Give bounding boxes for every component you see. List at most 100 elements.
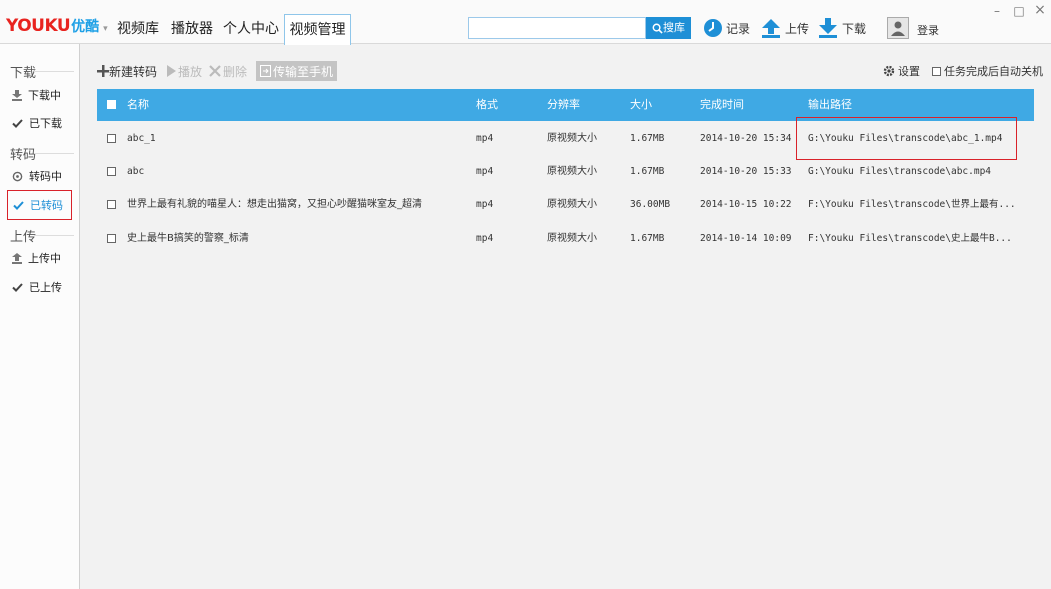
- check-icon: [13, 200, 24, 210]
- auto-shutdown-label: 任务完成后自动关机: [944, 65, 1043, 78]
- new-transcode-button[interactable]: 新建转码: [97, 62, 157, 80]
- sidebar-item-uploading[interactable]: 上传中: [10, 245, 74, 271]
- upload-button[interactable]: 上传: [760, 16, 809, 40]
- sidebar-item-uploaded[interactable]: 已上传: [10, 274, 74, 300]
- auto-shutdown-checkbox[interactable]: [932, 66, 941, 76]
- cell-finish-time: 2014-10-14 10:09: [700, 233, 792, 244]
- select-all-checkbox[interactable]: [107, 100, 116, 109]
- avatar[interactable]: [887, 17, 909, 39]
- sidebar-item-downloading[interactable]: 下载中: [10, 82, 74, 108]
- sidebar-item-label: 已上传: [29, 281, 62, 294]
- search-input[interactable]: [468, 17, 646, 39]
- cell-size: 1.67MB: [630, 133, 665, 144]
- table-row[interactable]: 史上最牛B搞笑的警察_标清 mp4 原视频大小 1.67MB 2014-10-1…: [97, 222, 1034, 255]
- delete-button[interactable]: 删除: [209, 62, 247, 80]
- cell-name: 史上最牛B搞笑的警察_标清: [127, 233, 249, 244]
- cell-name: 世界上最有礼貌的喵星人：想走出猫窝，又担心吵醒猫咪室友_超清: [127, 199, 422, 210]
- clock-icon: [704, 19, 722, 37]
- record-label: 记录: [726, 21, 751, 36]
- cell-output-path[interactable]: F:\Youku Files\transcode\史上最牛B...: [808, 222, 1032, 255]
- row-checkbox[interactable]: [107, 200, 116, 209]
- sidebar-item-transcoded[interactable]: 已转码: [7, 190, 72, 220]
- transfer-label: 传输至手机: [272, 64, 333, 79]
- maximize-button[interactable]: □: [1012, 4, 1026, 18]
- column-header-finish-time[interactable]: 完成时间: [700, 89, 744, 121]
- sidebar-section-transcode: 转码: [10, 148, 37, 163]
- check-icon: [12, 282, 23, 292]
- download-small-icon: [12, 89, 22, 101]
- sidebar-item-label: 已下载: [29, 117, 62, 130]
- upload-arrow-icon: [762, 19, 780, 38]
- cell-finish-time: 2014-10-20 15:34: [700, 133, 792, 144]
- transfer-to-phone-button[interactable]: 传输至手机: [256, 61, 337, 81]
- refresh-icon: [12, 171, 23, 181]
- login-link[interactable]: 登录: [917, 22, 939, 38]
- sidebar-section-upload: 上传: [10, 230, 37, 245]
- column-header-resolution[interactable]: 分辨率: [547, 89, 580, 121]
- column-header-size[interactable]: 大小: [630, 89, 652, 121]
- sidebar-item-downloaded[interactable]: 已下载: [10, 110, 74, 136]
- cell-finish-time: 2014-10-15 10:22: [700, 199, 792, 210]
- new-transcode-label: 新建转码: [109, 64, 158, 79]
- sidebar-item-transcoding[interactable]: 转码中: [10, 163, 74, 189]
- cell-resolution: 原视频大小: [547, 233, 597, 244]
- play-icon: [167, 65, 176, 77]
- logo-cn-text: 优酷: [71, 19, 100, 35]
- divider: [34, 71, 74, 72]
- cell-resolution: 原视频大小: [547, 166, 597, 177]
- upload-label: 上传: [785, 21, 810, 36]
- row-checkbox[interactable]: [107, 234, 116, 243]
- highlight-box: [796, 117, 1017, 160]
- minimize-button[interactable]: –: [990, 4, 1004, 18]
- table-row[interactable]: 世界上最有礼貌的喵星人：想走出猫窝，又担心吵醒猫咪室友_超清 mp4 原视频大小…: [97, 188, 1034, 221]
- row-checkbox[interactable]: [107, 167, 116, 176]
- title-bar: YOUKU 优酷 ▾ 视频库 播放器 个人中心 视频管理 搜库 记录 上传 下载…: [0, 0, 1051, 45]
- cell-format: mp4: [476, 166, 494, 177]
- download-label: 下载: [842, 21, 867, 36]
- cell-name: abc: [127, 166, 145, 177]
- sidebar-section-download: 下载: [10, 66, 37, 81]
- chevron-down-icon[interactable]: ▾: [103, 24, 108, 34]
- gear-icon: [883, 65, 895, 77]
- sidebar-item-label: 已转码: [30, 199, 63, 212]
- cell-format: mp4: [476, 133, 494, 144]
- cell-resolution: 原视频大小: [547, 199, 597, 210]
- sidebar-item-label: 下载中: [28, 89, 61, 102]
- cell-resolution: 原视频大小: [547, 133, 597, 144]
- cell-name: abc_1: [127, 133, 156, 144]
- close-icon: [209, 65, 221, 77]
- check-icon: [12, 118, 23, 128]
- upload-small-icon: [12, 252, 22, 264]
- cell-format: mp4: [476, 199, 494, 210]
- tab-video-management[interactable]: 视频管理: [284, 14, 351, 45]
- row-checkbox[interactable]: [107, 134, 116, 143]
- plus-icon: [97, 65, 109, 77]
- play-label: 播放: [178, 64, 203, 79]
- settings-label: 设置: [898, 65, 920, 78]
- column-header-name[interactable]: 名称: [127, 89, 149, 121]
- logo-text: YOUKU: [6, 16, 71, 36]
- search-button[interactable]: 搜库: [646, 17, 691, 39]
- close-button[interactable]: ×: [1033, 2, 1047, 18]
- divider: [34, 235, 74, 236]
- tab-personal-center[interactable]: 个人中心: [221, 14, 281, 44]
- column-header-format[interactable]: 格式: [476, 89, 498, 121]
- settings-button[interactable]: 设置: [883, 63, 920, 79]
- download-button[interactable]: 下载: [817, 16, 866, 40]
- tab-player[interactable]: 播放器: [167, 14, 217, 44]
- record-button[interactable]: 记录: [703, 16, 750, 40]
- cell-size: 36.00MB: [630, 199, 671, 210]
- search-icon: [652, 23, 663, 34]
- cell-output-path[interactable]: F:\Youku Files\transcode\世界上最有...: [808, 188, 1032, 221]
- divider: [34, 153, 74, 154]
- youku-logo[interactable]: YOUKU 优酷 ▾: [6, 16, 108, 36]
- play-button[interactable]: 播放: [167, 62, 202, 80]
- download-arrow-icon: [819, 18, 837, 38]
- auto-shutdown-option[interactable]: 任务完成后自动关机: [932, 63, 1043, 79]
- cell-format: mp4: [476, 233, 494, 244]
- tab-video-library[interactable]: 视频库: [113, 14, 163, 44]
- sidebar-item-label: 上传中: [28, 252, 61, 265]
- sidebar-item-label: 转码中: [29, 170, 62, 183]
- search-button-label: 搜库: [663, 21, 685, 34]
- cell-finish-time: 2014-10-20 15:33: [700, 166, 792, 177]
